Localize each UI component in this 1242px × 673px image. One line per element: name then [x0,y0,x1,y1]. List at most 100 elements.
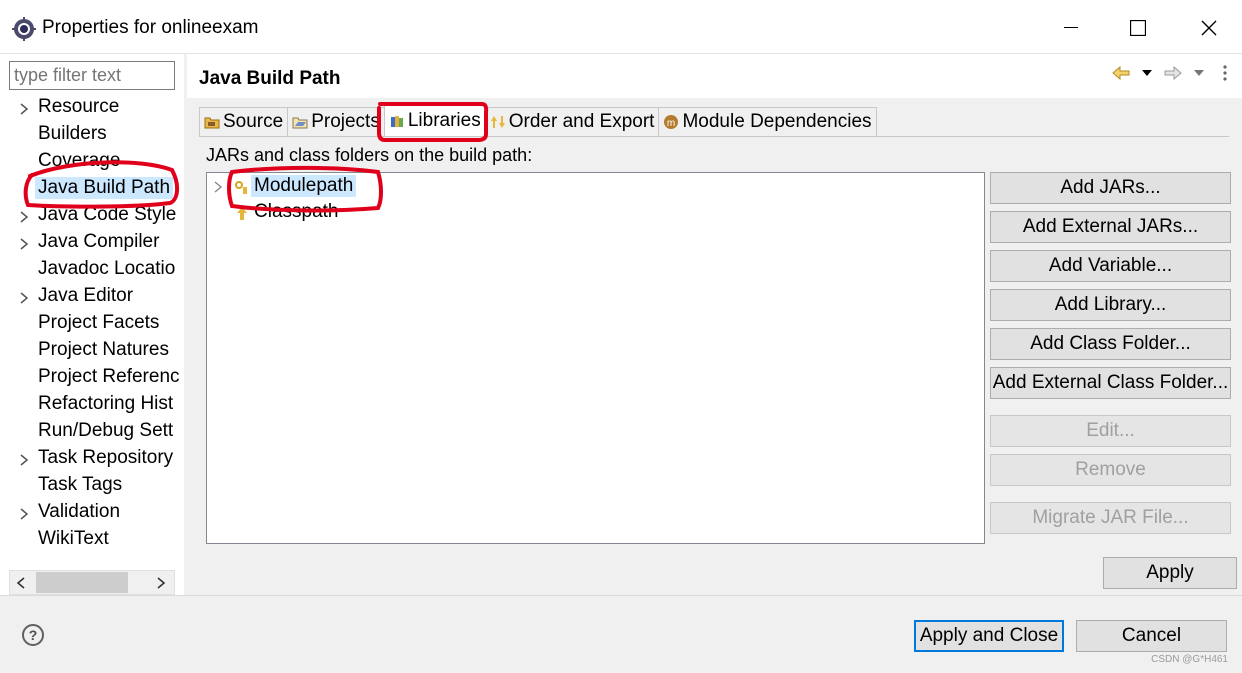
add-external-class-folder-button[interactable]: Add External Class Folder... [990,367,1231,399]
tree-entry-label: Modulepath [251,175,357,197]
tree-item-label: Project Facets [38,312,160,333]
tree-item-java-build-path[interactable]: Java Build Path [0,176,184,203]
build-path-tree[interactable]: Modulepath Classpath [206,172,985,544]
tree-entry-modulepath[interactable]: Modulepath [207,174,984,200]
tree-item-resource[interactable]: Resource [0,95,184,122]
tree-item-label: Project Natures [38,339,169,360]
tree-entry-label: Classpath [254,201,339,222]
filter-input[interactable] [9,61,175,90]
migrate-jar-file-button[interactable]: Migrate JAR File... [990,502,1231,534]
tree-item-label: Project Referenc [38,366,180,387]
tab-source[interactable]: Source [199,107,289,136]
tree-item-label: Task Repository [38,447,174,468]
scrollbar-thumb[interactable] [36,572,128,593]
forward-arrow-icon[interactable] [1162,62,1184,84]
source-folder-icon [204,117,220,129]
add-external-jars-button[interactable]: Add External JARs... [990,211,1231,243]
tree-item-builders[interactable]: Builders [0,122,184,149]
property-page-tree-pane: Resource Builders Coverage Java Build Pa… [0,54,184,595]
cancel-button[interactable]: Cancel [1076,620,1227,652]
scroll-left-icon[interactable] [16,577,26,589]
tree-item-label: WikiText [38,528,109,549]
tab-module-dependencies[interactable]: m Module Dependencies [658,107,877,136]
tree-item-label: Java Compiler [38,231,160,252]
chevron-right-icon[interactable] [18,507,30,521]
apply-button[interactable]: Apply [1103,557,1237,589]
property-page: Java Build Path Source Projects Librarie… [187,54,1242,595]
page-title: Java Build Path [199,68,341,89]
edit-button[interactable]: Edit... [990,415,1231,447]
tab-label: Source [223,111,284,132]
add-jars-button[interactable]: Add JARs... [990,172,1231,204]
tree-item-wikitext[interactable]: WikiText [0,527,184,554]
projects-icon [292,117,308,129]
add-variable-button[interactable]: Add Variable... [990,250,1231,282]
module-icon: m [664,115,679,129]
tree-item-label: Refactoring Hist [38,393,174,414]
tab-libraries[interactable]: Libraries [383,105,486,136]
tree-item-java-editor[interactable]: Java Editor [0,284,184,311]
back-dropdown-icon[interactable] [1136,62,1158,84]
scroll-right-icon[interactable] [156,577,166,589]
tree-item-label: Java Code Style [38,204,177,225]
property-page-tree: Resource Builders Coverage Java Build Pa… [0,95,184,565]
modulepath-icon [235,181,247,194]
tree-item-coverage[interactable]: Coverage [0,149,184,176]
minimize-icon [1064,27,1078,28]
view-menu-icon[interactable] [1214,62,1236,84]
tree-item-project-natures[interactable]: Project Natures [0,338,184,365]
minimize-button[interactable] [1048,8,1094,48]
remove-button[interactable]: Remove [990,454,1231,486]
chevron-right-icon[interactable] [18,102,30,116]
tree-item-label: Javadoc Locatio [38,258,176,279]
tree-item-label: Java Editor [38,285,134,306]
tree-item-label: Builders [38,123,107,144]
tree-item-task-tags[interactable]: Task Tags [0,473,184,500]
tab-order-and-export[interactable]: Order and Export [484,107,660,136]
tree-entry-classpath[interactable]: Classpath [207,200,984,226]
add-library-button[interactable]: Add Library... [990,289,1231,321]
maximize-button[interactable] [1115,8,1161,48]
tab-projects[interactable]: Projects [287,107,385,136]
tree-item-task-repository[interactable]: Task Repository [0,446,184,473]
close-icon [1201,20,1217,36]
build-path-tabs: Source Projects Libraries Order and Expo… [199,105,877,137]
help-icon[interactable]: ? [22,624,44,646]
apply-and-close-button[interactable]: Apply and Close [914,620,1064,652]
title-bar: Properties for onlineexam [0,0,1242,54]
tree-item-label: Run/Debug Sett [38,420,174,441]
order-export-icon [490,116,505,128]
libraries-icon [390,116,403,127]
tree-item-refactoring-history[interactable]: Refactoring Hist [0,392,184,419]
window-title: Properties for onlineexam [42,17,259,38]
chevron-right-icon[interactable] [18,237,30,251]
tree-item-project-references[interactable]: Project Referenc [0,365,184,392]
horizontal-scrollbar[interactable] [9,570,175,595]
tree-item-java-code-style[interactable]: Java Code Style [0,203,184,230]
tree-item-validation[interactable]: Validation [0,500,184,527]
libraries-list-label: JARs and class folders on the build path… [206,145,533,165]
forward-dropdown-icon[interactable] [1188,62,1210,84]
tab-label: Projects [311,111,380,132]
tree-item-project-facets[interactable]: Project Facets [0,311,184,338]
watermark: CSDN @G*H461 [1151,654,1228,665]
close-button[interactable] [1186,8,1232,48]
chevron-right-icon[interactable] [213,181,223,193]
back-arrow-icon[interactable] [1110,62,1132,84]
chevron-right-icon[interactable] [18,453,30,467]
tree-item-label: Resource [38,96,120,117]
tab-label: Libraries [407,110,481,131]
svg-text:m: m [667,118,675,129]
tree-item-java-compiler[interactable]: Java Compiler [0,230,184,257]
dialog-footer: ? Apply and Close Cancel CSDN @G*H461 [0,595,1242,673]
tree-item-javadoc-location[interactable]: Javadoc Locatio [0,257,184,284]
maximize-icon [1130,20,1146,36]
chevron-right-icon[interactable] [18,210,30,224]
tab-label: Module Dependencies [682,111,872,132]
eclipse-gear-icon [12,17,36,41]
tree-item-run-debug-settings[interactable]: Run/Debug Sett [0,419,184,446]
page-header: Java Build Path [187,54,1242,98]
tree-item-label: Coverage [38,150,121,171]
chevron-right-icon[interactable] [18,291,30,305]
add-class-folder-button[interactable]: Add Class Folder... [990,328,1231,360]
